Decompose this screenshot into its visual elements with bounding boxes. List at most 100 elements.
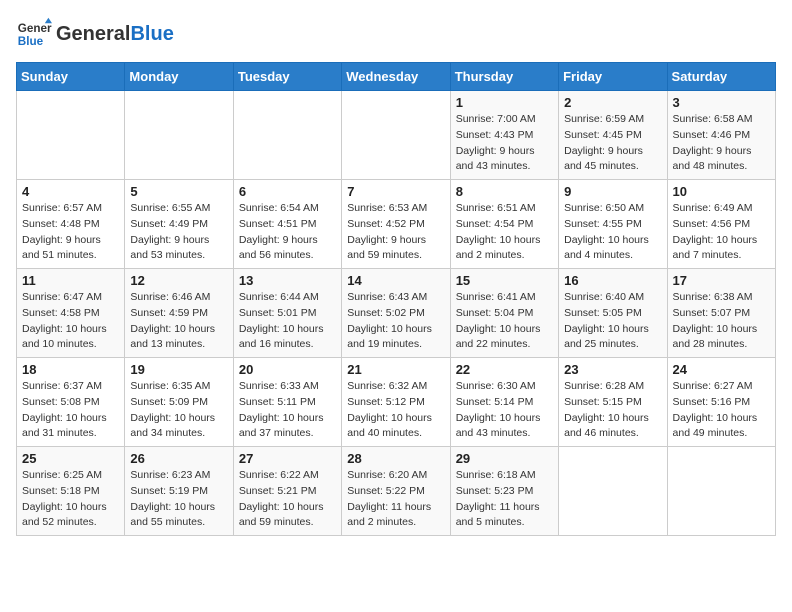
day-info: Sunrise: 6:35 AMSunset: 5:09 PMDaylight:…: [130, 379, 227, 442]
day-info: Sunrise: 6:50 AMSunset: 4:55 PMDaylight:…: [564, 201, 661, 264]
calendar-cell: 23 Sunrise: 6:28 AMSunset: 5:15 PMDayligh…: [559, 358, 667, 447]
calendar-cell: 29 Sunrise: 6:18 AMSunset: 5:23 PMDayligh…: [450, 447, 558, 536]
day-number: 4: [22, 184, 119, 199]
day-number: 11: [22, 273, 119, 288]
logo-icon: General Blue: [16, 16, 52, 52]
day-info: Sunrise: 6:49 AMSunset: 4:56 PMDaylight:…: [673, 201, 770, 264]
weekday-header-saturday: Saturday: [667, 63, 775, 91]
day-info: Sunrise: 6:47 AMSunset: 4:58 PMDaylight:…: [22, 290, 119, 353]
svg-text:General: General: [18, 22, 52, 35]
day-info: Sunrise: 6:53 AMSunset: 4:52 PMDaylight:…: [347, 201, 444, 264]
day-number: 20: [239, 362, 336, 377]
day-number: 16: [564, 273, 661, 288]
weekday-header-sunday: Sunday: [17, 63, 125, 91]
weekday-header-monday: Monday: [125, 63, 233, 91]
day-info: Sunrise: 6:59 AMSunset: 4:45 PMDaylight:…: [564, 112, 661, 175]
weekday-header-friday: Friday: [559, 63, 667, 91]
day-number: 22: [456, 362, 553, 377]
calendar-cell: 12 Sunrise: 6:46 AMSunset: 4:59 PMDayligh…: [125, 269, 233, 358]
calendar-cell: [559, 447, 667, 536]
day-info: Sunrise: 6:51 AMSunset: 4:54 PMDaylight:…: [456, 201, 553, 264]
day-info: Sunrise: 6:33 AMSunset: 5:11 PMDaylight:…: [239, 379, 336, 442]
day-number: 27: [239, 451, 336, 466]
day-number: 1: [456, 95, 553, 110]
calendar-cell: 20 Sunrise: 6:33 AMSunset: 5:11 PMDayligh…: [233, 358, 341, 447]
day-info: Sunrise: 6:55 AMSunset: 4:49 PMDaylight:…: [130, 201, 227, 264]
day-number: 13: [239, 273, 336, 288]
day-number: 12: [130, 273, 227, 288]
calendar-cell: 21 Sunrise: 6:32 AMSunset: 5:12 PMDayligh…: [342, 358, 450, 447]
day-info: Sunrise: 7:00 AMSunset: 4:43 PMDaylight:…: [456, 112, 553, 175]
day-number: 9: [564, 184, 661, 199]
calendar-cell: [17, 91, 125, 180]
calendar-cell: 8 Sunrise: 6:51 AMSunset: 4:54 PMDaylight…: [450, 180, 558, 269]
day-number: 2: [564, 95, 661, 110]
calendar-cell: 6 Sunrise: 6:54 AMSunset: 4:51 PMDaylight…: [233, 180, 341, 269]
day-info: Sunrise: 6:25 AMSunset: 5:18 PMDaylight:…: [22, 468, 119, 531]
calendar-cell: 9 Sunrise: 6:50 AMSunset: 4:55 PMDaylight…: [559, 180, 667, 269]
calendar-cell: 25 Sunrise: 6:25 AMSunset: 5:18 PMDayligh…: [17, 447, 125, 536]
calendar-cell: 13 Sunrise: 6:44 AMSunset: 5:01 PMDayligh…: [233, 269, 341, 358]
day-number: 26: [130, 451, 227, 466]
day-number: 6: [239, 184, 336, 199]
calendar-cell: 14 Sunrise: 6:43 AMSunset: 5:02 PMDayligh…: [342, 269, 450, 358]
calendar-cell: [667, 447, 775, 536]
calendar-cell: 1 Sunrise: 7:00 AMSunset: 4:43 PMDaylight…: [450, 91, 558, 180]
weekday-header-tuesday: Tuesday: [233, 63, 341, 91]
day-info: Sunrise: 6:22 AMSunset: 5:21 PMDaylight:…: [239, 468, 336, 531]
logo: General Blue GeneralBlue: [16, 16, 174, 52]
calendar-cell: 24 Sunrise: 6:27 AMSunset: 5:16 PMDayligh…: [667, 358, 775, 447]
day-number: 23: [564, 362, 661, 377]
weekday-header-thursday: Thursday: [450, 63, 558, 91]
day-info: Sunrise: 6:37 AMSunset: 5:08 PMDaylight:…: [22, 379, 119, 442]
day-number: 14: [347, 273, 444, 288]
day-info: Sunrise: 6:18 AMSunset: 5:23 PMDaylight:…: [456, 468, 553, 531]
day-info: Sunrise: 6:44 AMSunset: 5:01 PMDaylight:…: [239, 290, 336, 353]
page-header: General Blue GeneralBlue: [16, 16, 776, 52]
calendar-cell: [233, 91, 341, 180]
calendar-cell: 7 Sunrise: 6:53 AMSunset: 4:52 PMDaylight…: [342, 180, 450, 269]
calendar-cell: [342, 91, 450, 180]
day-info: Sunrise: 6:46 AMSunset: 4:59 PMDaylight:…: [130, 290, 227, 353]
day-info: Sunrise: 6:38 AMSunset: 5:07 PMDaylight:…: [673, 290, 770, 353]
day-info: Sunrise: 6:20 AMSunset: 5:22 PMDaylight:…: [347, 468, 444, 531]
calendar-cell: 4 Sunrise: 6:57 AMSunset: 4:48 PMDaylight…: [17, 180, 125, 269]
day-number: 17: [673, 273, 770, 288]
logo-text: GeneralBlue: [56, 23, 174, 45]
day-info: Sunrise: 6:43 AMSunset: 5:02 PMDaylight:…: [347, 290, 444, 353]
calendar-cell: 16 Sunrise: 6:40 AMSunset: 5:05 PMDayligh…: [559, 269, 667, 358]
day-info: Sunrise: 6:57 AMSunset: 4:48 PMDaylight:…: [22, 201, 119, 264]
day-number: 25: [22, 451, 119, 466]
day-number: 28: [347, 451, 444, 466]
day-number: 8: [456, 184, 553, 199]
day-number: 7: [347, 184, 444, 199]
calendar-cell: 10 Sunrise: 6:49 AMSunset: 4:56 PMDayligh…: [667, 180, 775, 269]
weekday-header-wednesday: Wednesday: [342, 63, 450, 91]
calendar-cell: 11 Sunrise: 6:47 AMSunset: 4:58 PMDayligh…: [17, 269, 125, 358]
day-number: 24: [673, 362, 770, 377]
calendar-cell: [125, 91, 233, 180]
calendar-cell: 3Sunrise: 6:58 AMSunset: 4:46 PMDaylight…: [667, 91, 775, 180]
day-info: Sunrise: 6:23 AMSunset: 5:19 PMDaylight:…: [130, 468, 227, 531]
calendar-cell: 26 Sunrise: 6:23 AMSunset: 5:19 PMDayligh…: [125, 447, 233, 536]
day-number: 21: [347, 362, 444, 377]
day-number: 5: [130, 184, 227, 199]
day-info: Sunrise: 6:54 AMSunset: 4:51 PMDaylight:…: [239, 201, 336, 264]
day-info: Sunrise: 6:41 AMSunset: 5:04 PMDaylight:…: [456, 290, 553, 353]
day-info: Sunrise: 6:32 AMSunset: 5:12 PMDaylight:…: [347, 379, 444, 442]
day-number: 19: [130, 362, 227, 377]
day-number: 18: [22, 362, 119, 377]
day-info: Sunrise: 6:40 AMSunset: 5:05 PMDaylight:…: [564, 290, 661, 353]
day-info: Sunrise: 6:30 AMSunset: 5:14 PMDaylight:…: [456, 379, 553, 442]
day-info: Sunrise: 6:27 AMSunset: 5:16 PMDaylight:…: [673, 379, 770, 442]
day-info: Sunrise: 6:28 AMSunset: 5:15 PMDaylight:…: [564, 379, 661, 442]
day-number: 29: [456, 451, 553, 466]
calendar-cell: 2 Sunrise: 6:59 AMSunset: 4:45 PMDaylight…: [559, 91, 667, 180]
day-number: 15: [456, 273, 553, 288]
calendar-cell: 17 Sunrise: 6:38 AMSunset: 5:07 PMDayligh…: [667, 269, 775, 358]
day-number: 3: [673, 95, 770, 110]
calendar-cell: 15 Sunrise: 6:41 AMSunset: 5:04 PMDayligh…: [450, 269, 558, 358]
calendar-cell: 28 Sunrise: 6:20 AMSunset: 5:22 PMDayligh…: [342, 447, 450, 536]
calendar-cell: 18 Sunrise: 6:37 AMSunset: 5:08 PMDayligh…: [17, 358, 125, 447]
day-number: 10: [673, 184, 770, 199]
